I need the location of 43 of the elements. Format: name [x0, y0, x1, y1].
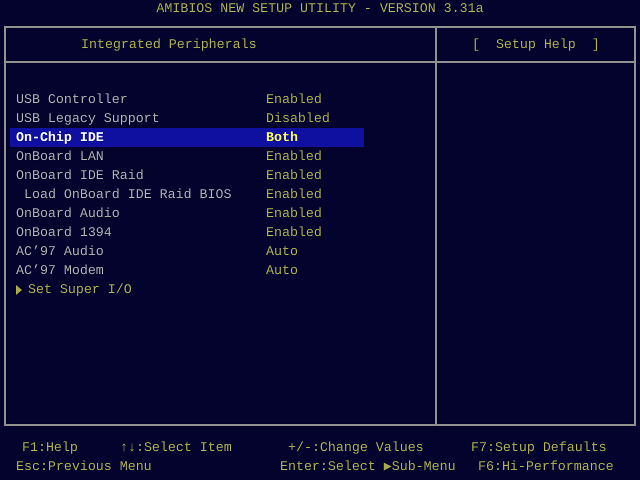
setting-value: Both [266, 128, 298, 147]
menu-row[interactable]: AC’97 Modem Auto [10, 261, 364, 280]
setting-label: On-Chip IDE [15, 128, 105, 147]
setting-label: Load OnBoard IDE Raid BIOS [23, 186, 232, 204]
window-title: AMIBIOS NEW SETUP UTILITY - VERSION 3.31a [156, 1, 484, 16]
setting-value: Disabled [266, 110, 330, 128]
menu-row[interactable]: USB Controller Enabled [10, 90, 364, 109]
menu-row[interactable]: OnBoard Audio Enabled [10, 204, 364, 223]
setting-label: AC’97 Audio [15, 242, 105, 261]
setting-label: AC’97 Modem [15, 262, 105, 280]
setting-label: OnBoard Audio [15, 204, 121, 223]
setting-value: Enabled [266, 186, 322, 204]
setting-label: OnBoard IDE Raid [15, 166, 145, 185]
setting-value: Enabled [266, 204, 322, 223]
setting-value: Auto [266, 242, 298, 261]
menu-row[interactable]: Set Super I/O [10, 280, 364, 299]
setting-value: Enabled [266, 90, 322, 109]
key-hint: Esc:Previous Menu [16, 458, 153, 476]
menu-row[interactable]: OnBoard IDE Raid Enabled [10, 166, 364, 185]
menu-row[interactable]: On-Chip IDE Both [10, 128, 364, 147]
key-hint: ↑↓:Select Item [120, 438, 233, 457]
submenu-label: Set Super I/O [28, 280, 132, 299]
menu-row[interactable]: USB Legacy Support Disabled [10, 109, 364, 128]
menu-row[interactable]: Load OnBoard IDE Raid BIOS Enabled [10, 185, 364, 204]
panel-title: Integrated Peripherals [81, 36, 257, 54]
menu-row[interactable]: OnBoard 1394 Enabled [10, 223, 364, 242]
setting-value: Enabled [266, 224, 322, 242]
key-hint: Enter:Select ▶Sub-Menu [280, 458, 457, 476]
setting-label: USB Controller [15, 90, 129, 109]
setting-label: OnBoard 1394 [15, 224, 113, 242]
setting-label: OnBoard LAN [15, 148, 105, 166]
menu-row[interactable]: AC’97 Audio Auto [10, 242, 364, 261]
help-panel-title: [ Setup Help ] [472, 36, 600, 54]
setting-value: Auto [266, 262, 298, 280]
triangle-icon [16, 284, 22, 294]
setting-value: Enabled [266, 166, 322, 185]
key-hint: F7:Setup Defaults [471, 438, 607, 457]
key-hint: +/-:Change Values [288, 438, 425, 457]
menu-row[interactable]: OnBoard LAN Enabled [10, 147, 364, 166]
key-hint: F6:Hi-Performance [478, 458, 614, 476]
setting-label: USB Legacy Support [15, 110, 161, 128]
key-hint: F1:Help [22, 438, 79, 457]
setting-value: Enabled [266, 148, 322, 166]
